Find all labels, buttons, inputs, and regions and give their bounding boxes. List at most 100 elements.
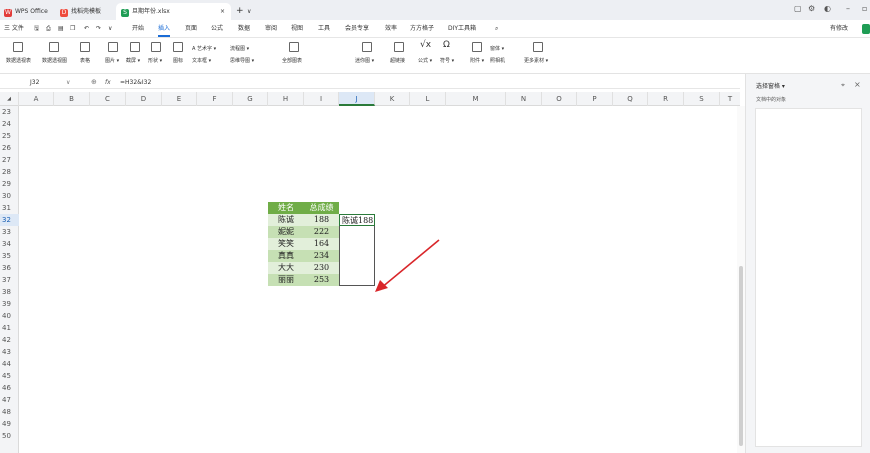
hyperlink-button[interactable]: 超链接 [390, 58, 405, 65]
row-header-38[interactable]: 38 [0, 286, 19, 298]
row-header-46[interactable]: 46 [0, 382, 19, 394]
column-header-o[interactable]: O [542, 92, 577, 106]
row-header-32[interactable]: 32 [0, 214, 19, 226]
search-icon[interactable]: ⌕ [495, 24, 498, 34]
table-cell-score[interactable]: 230 [304, 262, 339, 274]
row-header-30[interactable]: 30 [0, 190, 19, 202]
sparkline-button[interactable]: 迷你图 ▾ [355, 58, 374, 65]
share-button[interactable]: 有修改 [830, 24, 848, 34]
column-header-n[interactable]: N [506, 92, 542, 106]
column-header-p[interactable]: P [577, 92, 613, 106]
menu-item-9[interactable]: 效率 [385, 24, 397, 34]
menu-item-3[interactable]: 公式 [211, 24, 223, 34]
active-cell-j32[interactable]: 陈诚188 [339, 214, 375, 226]
column-header-c[interactable]: C [90, 92, 126, 106]
row-header-25[interactable]: 25 [0, 130, 19, 142]
column-header-m[interactable]: M [446, 92, 506, 106]
row-header-29[interactable]: 29 [0, 178, 19, 190]
pivot-table-button[interactable]: 数据透视表 [6, 58, 31, 65]
mindmap-button[interactable]: 思维导图 ▾ [230, 58, 254, 65]
tab-wps-office[interactable]: W WPS Office [4, 3, 48, 20]
textbox-button[interactable]: 文本框 ▾ [192, 58, 211, 65]
new-tab-button[interactable]: + [236, 3, 244, 20]
menu-item-0[interactable]: 开始 [132, 24, 144, 34]
row-header-35[interactable]: 35 [0, 250, 19, 262]
column-header-q[interactable]: Q [613, 92, 648, 106]
menu-item-1[interactable]: 插入 [158, 24, 170, 34]
table-cell-score[interactable]: 164 [304, 238, 339, 250]
zoom-icon[interactable]: ⊕ [91, 77, 97, 88]
tab-spreadsheet-file[interactable]: S 旦期年份.xlsx × [116, 3, 231, 20]
table-cell-score[interactable]: 253 [304, 274, 339, 286]
row-header-23[interactable]: 23 [0, 106, 19, 118]
form-button[interactable]: 窗体 ▾ [490, 46, 504, 53]
pivot-chart-button[interactable]: 数据透视图 [42, 58, 67, 65]
table-cell-name[interactable]: 陈诚 [268, 214, 304, 226]
menu-item-10[interactable]: 方方格子 [410, 24, 434, 34]
flowchart-button[interactable]: 流程图 ▾ [230, 46, 249, 53]
selection-pane-title[interactable]: 选择窗格 ▾ [756, 82, 785, 91]
table-cell-score[interactable]: 188 [304, 214, 339, 226]
table-header-name[interactable]: 姓名 [268, 202, 304, 214]
close-icon[interactable]: × [854, 80, 861, 89]
camera-button[interactable]: 照相机 [490, 58, 505, 65]
row-header-44[interactable]: 44 [0, 358, 19, 370]
more-materials-button[interactable]: 更多素材 ▾ [524, 58, 548, 65]
menu-item-2[interactable]: 页面 [185, 24, 197, 34]
layout-icon[interactable]: ▢ [794, 4, 802, 14]
select-all-corner[interactable]: ◢ [0, 92, 19, 106]
row-header-33[interactable]: 33 [0, 226, 19, 238]
column-header-f[interactable]: F [197, 92, 233, 106]
tab-list-chevron-icon[interactable]: ∨ [247, 3, 251, 20]
column-header-k[interactable]: K [375, 92, 410, 106]
quick-save-icon[interactable]: 🖫 [34, 24, 39, 34]
column-header-g[interactable]: G [233, 92, 268, 106]
sheet-grid[interactable]: 姓名 总成绩 陈诚 188 妮妮 222 笑笑 164 真真 234 大大 23… [19, 106, 736, 453]
object-list[interactable] [755, 108, 862, 447]
avatar-icon[interactable]: ◐ [824, 4, 831, 14]
column-header-r[interactable]: R [648, 92, 684, 106]
picture-button[interactable]: 图片 ▾ [105, 58, 119, 65]
formula-button[interactable]: 公式 ▾ [418, 58, 432, 65]
row-header-41[interactable]: 41 [0, 322, 19, 334]
minimize-icon[interactable]: – [846, 4, 850, 14]
menu-item-7[interactable]: 工具 [318, 24, 330, 34]
maximize-icon[interactable]: ▫ [862, 4, 867, 14]
row-header-49[interactable]: 49 [0, 418, 19, 430]
column-header-e[interactable]: E [162, 92, 197, 106]
column-header-d[interactable]: D [126, 92, 162, 106]
table-cell-score[interactable]: 222 [304, 226, 339, 238]
quick-access-chevron-icon[interactable]: ∨ [108, 24, 112, 34]
quick-copy-icon[interactable]: ❐ [70, 24, 75, 34]
table-cell-name[interactable]: 真真 [268, 250, 304, 262]
undo-icon[interactable]: ↶ [84, 24, 89, 34]
table-cell-name[interactable]: 妮妮 [268, 226, 304, 238]
row-header-39[interactable]: 39 [0, 298, 19, 310]
row-header-47[interactable]: 47 [0, 394, 19, 406]
row-header-40[interactable]: 40 [0, 310, 19, 322]
column-header-t[interactable]: T [720, 92, 740, 106]
quick-print-icon[interactable]: ⎙ [46, 24, 51, 34]
column-header-i[interactable]: I [304, 92, 339, 106]
symbol-button[interactable]: 符号 ▾ [440, 58, 454, 65]
row-header-42[interactable]: 42 [0, 334, 19, 346]
all-charts-button[interactable]: 全部图表 [282, 58, 302, 65]
table-cell-name[interactable]: 大大 [268, 262, 304, 274]
row-header-45[interactable]: 45 [0, 370, 19, 382]
column-header-s[interactable]: S [684, 92, 720, 106]
fx-label[interactable]: fx [105, 77, 111, 88]
row-header-28[interactable]: 28 [0, 166, 19, 178]
row-header-43[interactable]: 43 [0, 346, 19, 358]
redo-icon[interactable]: ↷ [96, 24, 101, 34]
table-cell-name[interactable]: 笑笑 [268, 238, 304, 250]
pin-icon[interactable]: ⌖ [841, 81, 845, 90]
attachment-button[interactable]: 附件 ▾ [470, 58, 484, 65]
column-header-h[interactable]: H [268, 92, 304, 106]
settings-icon[interactable]: ⚙ [808, 4, 815, 14]
menu-item-11[interactable]: DIY工具箱 [448, 24, 476, 34]
shape-button[interactable]: 形状 ▾ [148, 58, 162, 65]
menu-item-8[interactable]: 会员专享 [345, 24, 369, 34]
row-header-34[interactable]: 34 [0, 238, 19, 250]
file-menu[interactable]: 三 文件 [4, 24, 24, 34]
table-header-score[interactable]: 总成绩 [304, 202, 339, 214]
